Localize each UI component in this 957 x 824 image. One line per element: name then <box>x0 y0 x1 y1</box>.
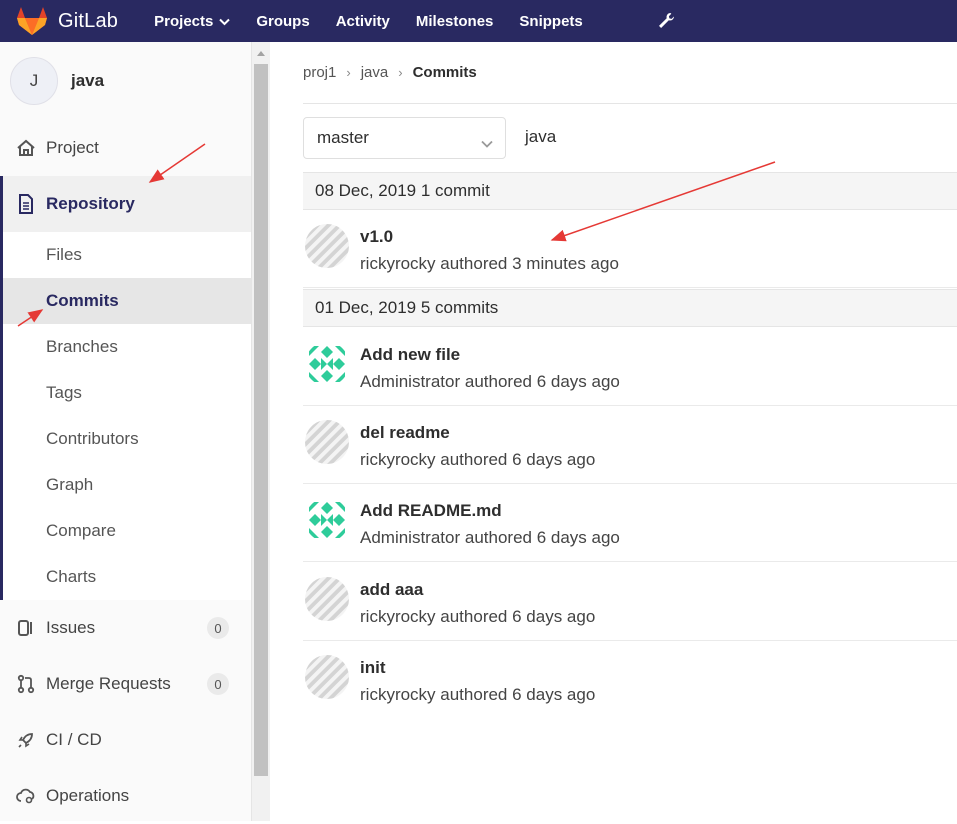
sidebar-item-ci-cd[interactable]: CI / CD <box>0 712 251 768</box>
top-navbar: GitLab Projects Groups Activity Mileston… <box>0 0 957 42</box>
commit-day-header: 01 Dec, 2019 5 commits <box>303 289 957 327</box>
commit-row: add aaa rickyrocky authored 6 days ago <box>303 563 957 641</box>
merge-requests-count-badge: 0 <box>207 673 229 695</box>
sidebar-item-files[interactable]: Files <box>3 232 251 278</box>
author-avatar <box>305 224 349 268</box>
main-content: proj1 › java › Commits master java 08 De… <box>271 42 957 821</box>
document-icon <box>16 194 36 214</box>
commit-meta: Administrator authored 6 days ago <box>360 528 620 547</box>
commit-meta: rickyrocky authored 6 days ago <box>360 685 596 704</box>
sidebar-item-charts[interactable]: Charts <box>3 554 251 600</box>
nav-groups[interactable]: Groups <box>256 13 309 30</box>
commit-meta: rickyrocky authored 6 days ago <box>360 450 596 469</box>
chevron-right-icon: › <box>346 65 351 80</box>
nav-projects[interactable]: Projects <box>154 12 231 30</box>
branch-selected-value: master <box>317 128 369 147</box>
project-avatar: J <box>10 57 58 105</box>
breadcrumb: proj1 › java › Commits <box>303 42 957 104</box>
commit-meta: rickyrocky authored 6 days ago <box>360 607 596 626</box>
sidebar-item-project[interactable]: Project <box>0 120 251 176</box>
author-avatar <box>305 420 349 464</box>
commit-title-link[interactable]: Add new file <box>360 345 460 365</box>
sidebar-item-label: Repository <box>46 194 135 213</box>
sidebar-item-issues[interactable]: Issues 0 <box>0 600 251 656</box>
issues-icon <box>16 618 36 638</box>
sidebar-item-operations[interactable]: Operations <box>0 768 251 824</box>
breadcrumb-current[interactable]: Commits <box>413 64 477 81</box>
commit-day-header: 08 Dec, 2019 1 commit <box>303 172 957 210</box>
chevron-down-icon <box>219 13 231 30</box>
repository-submenu: Files Commits Branches Tags Contributors… <box>3 232 251 600</box>
commit-meta: rickyrocky authored 3 minutes ago <box>360 254 619 273</box>
commit-row: v1.0 rickyrocky authored 3 minutes ago <box>303 210 957 288</box>
sidebar-item-label: CI / CD <box>46 730 102 749</box>
commit-title-link[interactable]: Add README.md <box>360 501 502 521</box>
sidebar-item-compare[interactable]: Compare <box>3 508 251 554</box>
nav-activity[interactable]: Activity <box>336 13 390 30</box>
project-path-label: java <box>525 127 557 146</box>
home-icon <box>16 138 36 158</box>
commit-title-link[interactable]: v1.0 <box>360 227 393 247</box>
sidebar-item-merge-requests[interactable]: Merge Requests 0 <box>0 656 251 712</box>
sidebar-item-graph[interactable]: Graph <box>3 462 251 508</box>
commit-row: init rickyrocky authored 6 days ago <box>303 641 957 719</box>
issues-count-badge: 0 <box>207 617 229 639</box>
nav-snippets[interactable]: Snippets <box>519 13 582 30</box>
scroll-up-arrow-icon[interactable] <box>252 44 270 62</box>
author-avatar <box>305 342 349 386</box>
sidebar-item-label: Project <box>46 138 99 157</box>
scrollbar-thumb[interactable] <box>254 64 268 776</box>
breadcrumb-link-java[interactable]: java <box>361 64 389 81</box>
nav-milestones[interactable]: Milestones <box>416 13 494 30</box>
project-name: java <box>71 71 105 90</box>
chevron-right-icon: › <box>398 65 403 80</box>
wrench-icon <box>658 13 674 28</box>
sidebar-repository-section: Repository Files Commits Branches Tags C… <box>0 176 251 600</box>
breadcrumb-link-proj1[interactable]: proj1 <box>303 64 336 81</box>
commit-row: Add README.md Administrator authored 6 d… <box>303 484 957 562</box>
project-sidebar: J java Project Repository Files Commits … <box>0 42 252 821</box>
admin-area-button[interactable] <box>657 12 675 30</box>
sidebar-item-label: Operations <box>46 786 130 805</box>
gitlab-home-link[interactable]: GitLab <box>16 6 118 36</box>
nav-projects-label: Projects <box>154 12 214 30</box>
author-avatar <box>305 498 349 542</box>
sidebar-item-commits[interactable]: Commits <box>3 278 251 324</box>
commit-meta: Administrator authored 6 days ago <box>360 372 620 391</box>
chevron-down-icon <box>481 133 493 153</box>
sidebar-scrollbar[interactable] <box>252 42 270 821</box>
rocket-icon <box>16 730 36 750</box>
commit-title-link[interactable]: add aaa <box>360 580 423 600</box>
commit-title-link[interactable]: init <box>360 658 386 678</box>
sidebar-context-header[interactable]: J java <box>0 42 251 120</box>
merge-request-icon <box>16 674 36 694</box>
sidebar-item-repository[interactable]: Repository <box>3 176 251 232</box>
author-avatar <box>305 655 349 699</box>
sidebar-item-tags[interactable]: Tags <box>3 370 251 416</box>
branch-dropdown[interactable]: master <box>303 117 506 159</box>
commit-title-link[interactable]: del readme <box>360 423 450 443</box>
commit-row: Add new file Administrator authored 6 da… <box>303 328 957 406</box>
sidebar-item-branches[interactable]: Branches <box>3 324 251 370</box>
sidebar-item-label: Merge Requests <box>46 674 171 693</box>
gitlab-tanuki-icon <box>17 7 47 35</box>
sidebar-item-label: Issues <box>46 618 96 637</box>
brand-name: GitLab <box>58 9 119 32</box>
commit-row: del readme rickyrocky authored 6 days ag… <box>303 406 957 484</box>
sidebar-item-contributors[interactable]: Contributors <box>3 416 251 462</box>
cloud-gear-icon <box>16 786 36 806</box>
author-avatar <box>305 577 349 621</box>
